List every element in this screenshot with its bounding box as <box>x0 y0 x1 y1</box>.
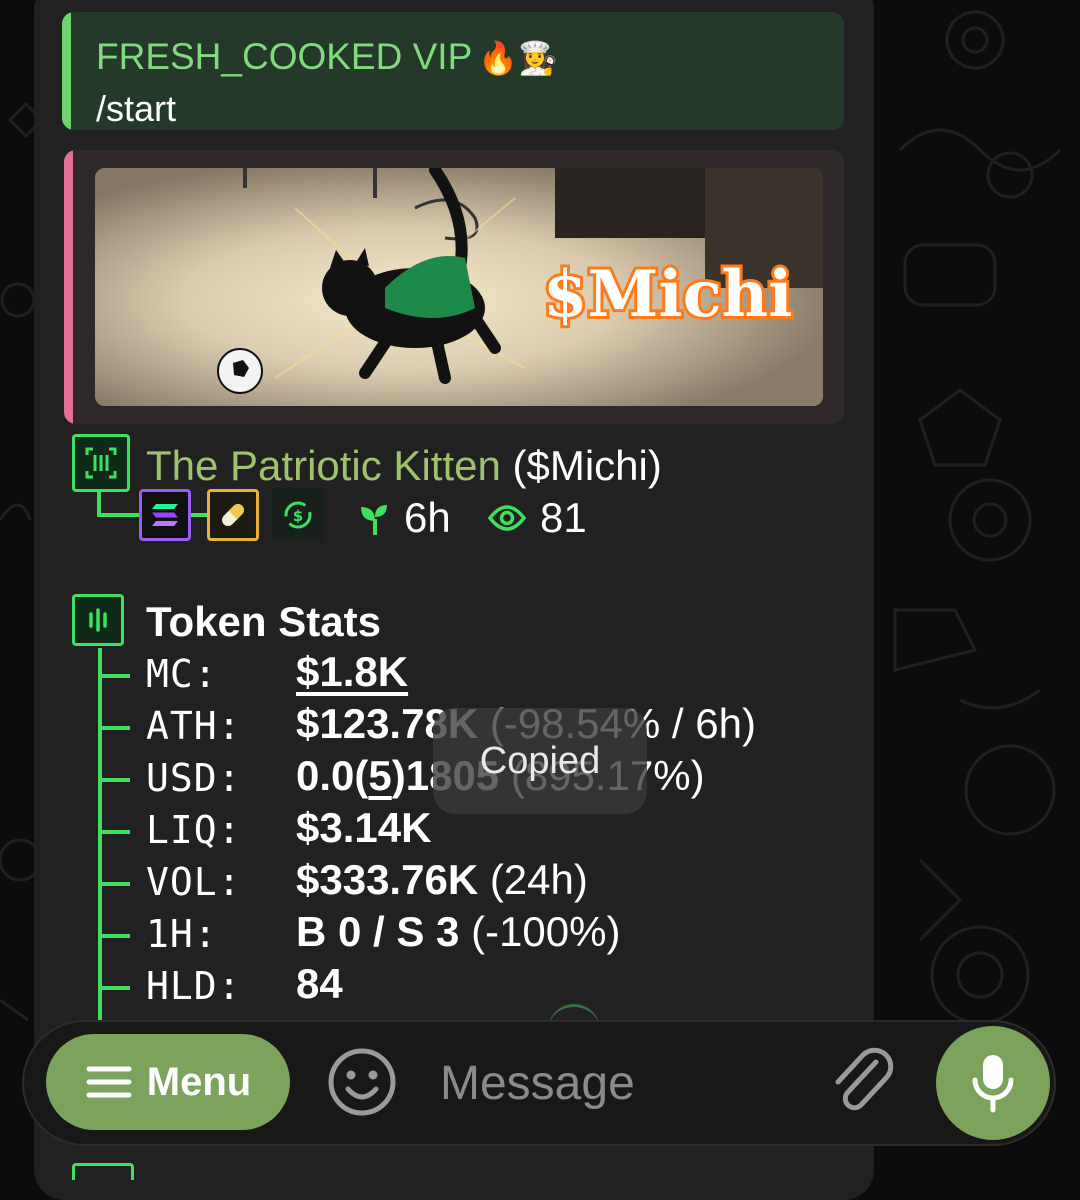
pill-icon[interactable] <box>207 489 259 541</box>
stat-value-1h: B 0 / S 3 (-100%) <box>296 908 621 955</box>
next-message-peek <box>72 1163 134 1180</box>
eye-icon <box>488 505 526 531</box>
preview-image-text: $Michi <box>543 257 793 332</box>
menu-button[interactable]: Menu <box>46 1034 290 1130</box>
svg-text:$: $ <box>293 507 303 525</box>
stat-label: MC: <box>146 652 218 696</box>
microphone-icon <box>972 1055 1014 1113</box>
stat-row-hld: HLD: 84 <box>98 960 818 1012</box>
stat-label: USD: <box>146 756 242 800</box>
stat-value-liq: $3.14K <box>296 804 432 851</box>
preview-bar <box>64 150 73 424</box>
reply-bar <box>62 12 71 130</box>
smiley-icon <box>328 1048 396 1116</box>
stat-label: HLD: <box>146 964 242 1008</box>
stat-row-mc: MC: $1.8K <box>98 648 818 700</box>
stats-title: Token Stats <box>146 598 381 645</box>
token-ticker: ($Michi) <box>512 442 662 489</box>
emoji-button[interactable] <box>326 1046 398 1118</box>
hamburger-icon <box>86 1066 132 1098</box>
stats-icon <box>72 594 124 646</box>
stat-row-1h: 1H: B 0 / S 3 (-100%) <box>98 908 818 960</box>
solana-icon[interactable] <box>139 489 191 541</box>
stat-label: 1H: <box>146 912 218 956</box>
tree-connector <box>191 513 207 517</box>
paperclip-icon <box>835 1047 894 1111</box>
token-name[interactable]: The Patriotic Kitten <box>146 442 501 489</box>
swap-icon[interactable]: $ <box>272 489 324 541</box>
reply-sender: FRESH_COOKED VIP 🔥👩‍🍳 <box>96 36 558 77</box>
token-logo-icon <box>72 434 130 492</box>
reply-text: /start <box>96 88 177 129</box>
token-title[interactable]: The Patriotic Kitten ($Michi) <box>146 442 662 490</box>
stat-value-hld: 84 <box>296 960 343 1007</box>
tree-connector <box>97 513 139 517</box>
message-input[interactable] <box>438 1052 822 1114</box>
attach-button[interactable] <box>826 1044 898 1120</box>
stat-label: LIQ: <box>146 808 242 852</box>
stat-label: VOL: <box>146 860 242 904</box>
stat-value-mc[interactable]: $1.8K <box>296 648 408 696</box>
token-age: 6h <box>360 494 451 542</box>
link-preview[interactable]: $Michi <box>64 150 844 424</box>
token-views: 81 <box>488 494 587 542</box>
copied-toast: Copied <box>433 708 647 814</box>
microphone-button[interactable] <box>936 1026 1050 1140</box>
stat-value-vol: $333.76K (24h) <box>296 856 588 903</box>
stat-row-vol: VOL: $333.76K (24h) <box>98 856 818 908</box>
stat-label: ATH: <box>146 704 242 748</box>
sprout-icon <box>361 505 387 535</box>
reply-quote[interactable]: FRESH_COOKED VIP 🔥👩‍🍳 /start <box>62 12 844 130</box>
fire-chef-emoji: 🔥👩‍🍳 <box>478 40 558 76</box>
preview-image[interactable]: $Michi <box>95 168 823 406</box>
